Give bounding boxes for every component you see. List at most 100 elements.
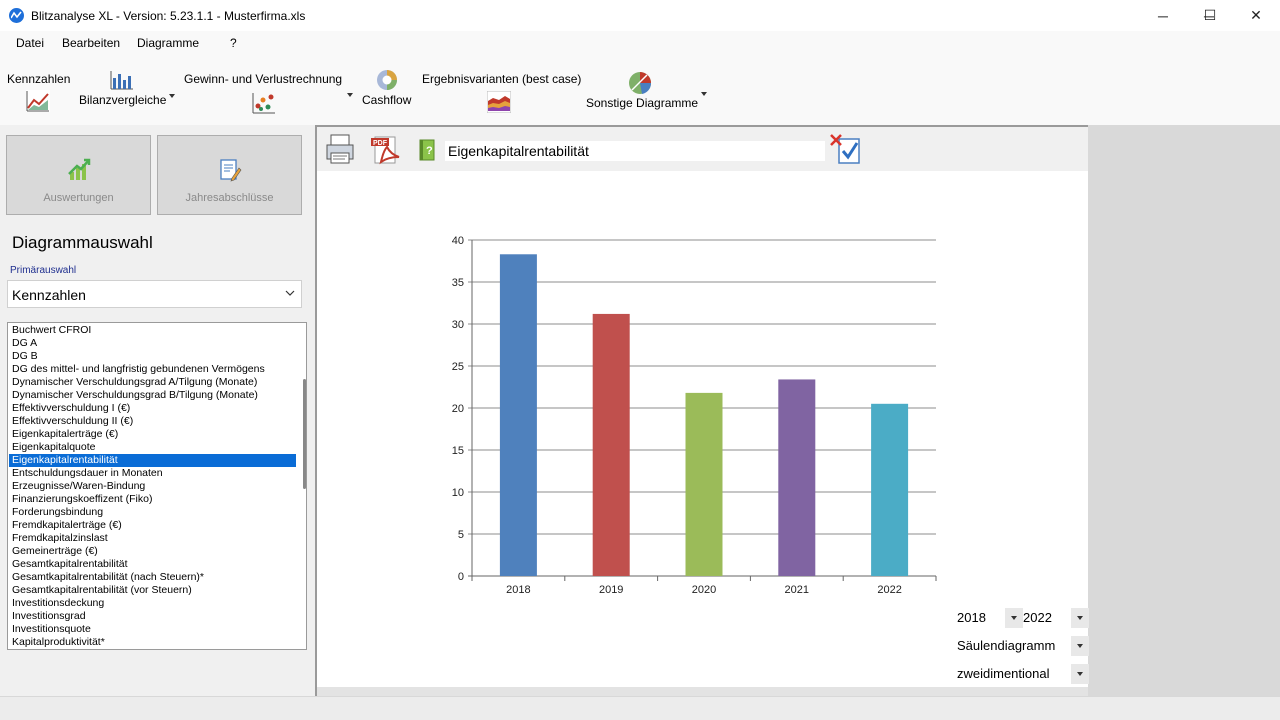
list-item[interactable]: Investitionsquote: [9, 623, 296, 636]
year-from-select[interactable]: 2018: [957, 608, 1023, 628]
bilanzvergleiche-dropdown-icon[interactable]: [169, 94, 175, 98]
list-item[interactable]: Kapitalproduktivität*: [9, 636, 296, 649]
menu-help[interactable]: ?: [230, 36, 237, 50]
chart-type-dropdown-button[interactable]: [1071, 636, 1089, 656]
list-item[interactable]: Gesamtkapitalrentabilität (vor Steuern): [9, 584, 296, 597]
sonstige-diagramme-button[interactable]: Sonstige Diagramme: [586, 96, 698, 110]
bilanzvergleiche-button[interactable]: Bilanzvergleiche: [79, 93, 166, 107]
primaerauswahl-value: Kennzahlen: [12, 287, 86, 303]
year-from-value: 2018: [957, 610, 986, 625]
list-item[interactable]: Investitionsgrad: [9, 610, 296, 623]
y-tick-label: 20: [452, 403, 464, 415]
list-item[interactable]: Gesamtkapitalrentabilität (nach Steuern)…: [9, 571, 296, 584]
x-tick-label: 2018: [506, 584, 530, 596]
jahresabschluesse-label: Jahresabschlüsse: [185, 192, 274, 204]
content-area: PDF ? Eigenkapitalrentabilität 0 5 10 15 20 2…: [315, 125, 1280, 698]
dimension-value: zweidimentional: [957, 666, 1050, 681]
list-item[interactable]: Fremdkapitalzinslast: [9, 532, 296, 545]
list-item[interactable]: Gesamtkapitalrentabilität: [9, 558, 296, 571]
list-item[interactable]: DG B: [9, 350, 296, 363]
auswertungen-label: Auswertungen: [43, 192, 114, 204]
cashflow-donut-icon[interactable]: [375, 68, 399, 92]
kennzahlen-button[interactable]: Kennzahlen: [7, 72, 70, 86]
list-item[interactable]: Dynamischer Verschuldungsgrad B/Tilgung …: [9, 389, 296, 402]
cashflow-button[interactable]: Cashflow: [362, 93, 411, 107]
x-tick-label: 2021: [785, 584, 809, 596]
list-item[interactable]: DG A: [9, 337, 296, 350]
chevron-down-icon: [1077, 644, 1083, 648]
listbox-scrollbar[interactable]: [303, 379, 306, 489]
list-item[interactable]: Dynamischer Verschuldungsgrad A/Tilgung …: [9, 376, 296, 389]
list-item[interactable]: Forderungsbindung: [9, 506, 296, 519]
maximize-button[interactable]: ☐: [1187, 0, 1233, 31]
growth-chart-icon: [68, 158, 91, 180]
ribbon-toolbar: Kennzahlen Bilanzvergleiche Gewinn- und …: [0, 55, 1280, 125]
pie-chart-icon[interactable]: [627, 70, 653, 96]
bar: [685, 392, 723, 576]
menu-bar: Datei Bearbeiten Diagramme ?: [0, 31, 1280, 55]
menu-diagramme[interactable]: Diagramme: [137, 36, 199, 50]
list-item[interactable]: DG des mittel- und langfristig gebundene…: [9, 363, 296, 376]
list-item[interactable]: Eigenkapitalerträge (€): [9, 428, 296, 441]
list-item[interactable]: Buchwert CFROI: [9, 324, 296, 337]
y-tick-label: 35: [452, 277, 464, 289]
x-tick-label: 2022: [877, 584, 901, 596]
y-tick-label: 15: [452, 445, 464, 457]
bar: [499, 254, 537, 576]
list-item[interactable]: Fremdkapitalerträge (€): [9, 519, 296, 532]
year-from-dropdown-button[interactable]: [1005, 608, 1023, 628]
close-button[interactable]: ✕: [1233, 0, 1279, 31]
y-tick-label: 30: [452, 319, 464, 331]
list-item[interactable]: Gemeinerträge (€): [9, 545, 296, 558]
dimension-select[interactable]: zweidimentional: [957, 664, 1089, 684]
title-bar: Blitzanalyse XL - Version: 5.23.1.1 - Mu…: [0, 0, 1280, 31]
y-tick-label: 0: [458, 571, 464, 583]
chevron-down-icon: [1077, 616, 1083, 620]
list-item[interactable]: Investitionsdeckung: [9, 597, 296, 610]
line-chart-icon[interactable]: [26, 90, 50, 112]
jahresabschluesse-button[interactable]: Jahresabschlüsse: [157, 135, 302, 215]
list-item[interactable]: Eigenkapitalquote: [9, 441, 296, 454]
year-to-value: 2022: [1023, 610, 1052, 625]
area-chart-icon[interactable]: [487, 91, 511, 113]
chevron-down-icon: [1011, 616, 1017, 620]
menu-datei[interactable]: Datei: [16, 36, 44, 50]
dimension-dropdown-button[interactable]: [1071, 664, 1089, 684]
x-tick-label: 2020: [692, 584, 716, 596]
list-item[interactable]: Erzeugnisse/Waren-Bindung: [9, 480, 296, 493]
bar-chart-icon[interactable]: [110, 70, 134, 90]
ergebnisvarianten-button[interactable]: Ergebnisvarianten (best case): [422, 72, 581, 86]
kennzahlen-listbox[interactable]: Kapitalproduktivität* Investitionsquote In…: [7, 322, 307, 650]
diagrammauswahl-heading: Diagrammauswahl: [12, 233, 153, 252]
x-tick-label: 2019: [599, 584, 623, 596]
list-item[interactable]: Effektivverschuldung II (€): [9, 415, 296, 428]
list-item[interactable]: Entschuldungsdauer in Monaten: [9, 467, 296, 480]
y-tick-label: 25: [452, 361, 464, 373]
chart-type-value: Säulendiagramm: [957, 638, 1056, 653]
document-edit-icon: [220, 159, 242, 182]
y-tick-label: 40: [452, 235, 464, 247]
chart-type-select[interactable]: Säulendiagramm: [957, 636, 1089, 656]
auswertungen-button[interactable]: Auswertungen: [6, 135, 151, 215]
minimize-button-2[interactable]: ─: [1140, 0, 1186, 31]
primaerauswahl-select[interactable]: Kennzahlen: [7, 280, 302, 308]
status-bar: [0, 696, 1280, 720]
primaerauswahl-label: Primärauswahl: [10, 265, 77, 276]
chevron-down-icon: [285, 290, 295, 296]
bar: [592, 313, 630, 576]
year-to-dropdown-button[interactable]: [1071, 608, 1089, 628]
sonstige-dropdown-icon[interactable]: [701, 92, 707, 96]
year-to-select[interactable]: 2022: [1023, 608, 1089, 628]
list-item[interactable]: Finanzierungskoeffizent (Fiko): [9, 493, 296, 506]
menu-bearbeiten[interactable]: Bearbeiten: [62, 36, 120, 50]
chart-panel: PDF ? Eigenkapitalrentabilität 0 5 10 15 20 2…: [315, 125, 1089, 698]
guv-dropdown-icon[interactable]: [347, 93, 353, 97]
list-item[interactable]: Effektivverschuldung I (€): [9, 402, 296, 415]
scatter-chart-icon[interactable]: [252, 92, 276, 114]
bar: [871, 403, 909, 576]
guv-button[interactable]: Gewinn- und Verlustrechnung: [184, 72, 342, 86]
chevron-down-icon: [1077, 672, 1083, 676]
list-item[interactable]: Eigenkapitalrentabilität: [9, 454, 296, 467]
bar-chart: 0 5 10 15 20 25 30 35 40 2018 2019 2020 2021 2022: [452, 235, 937, 596]
window-title: Blitzanalyse XL - Version: 5.23.1.1 - Mu…: [31, 9, 306, 23]
